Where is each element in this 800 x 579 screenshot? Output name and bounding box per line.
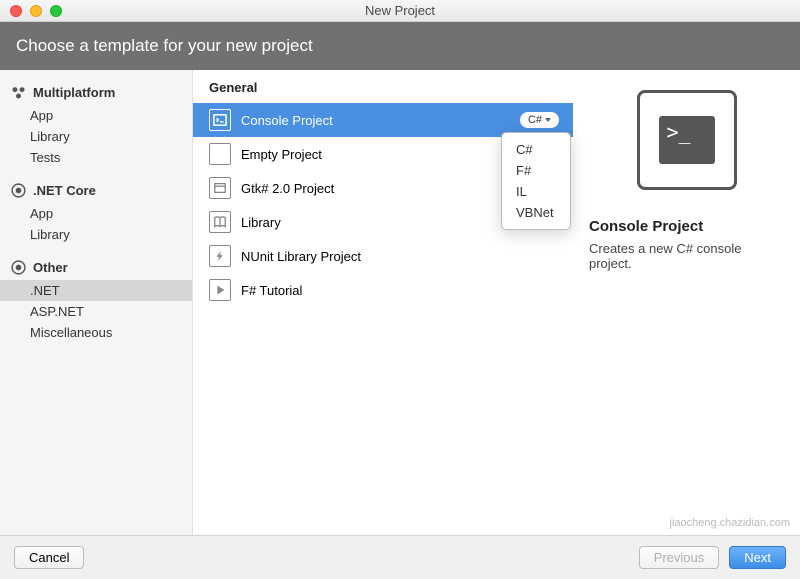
titlebar: New Project (0, 0, 800, 22)
console-icon (209, 109, 231, 131)
target-icon (10, 259, 27, 276)
dropdown-option[interactable]: VBNet (502, 202, 570, 223)
template-label: Console Project (241, 113, 333, 128)
play-icon (209, 279, 231, 301)
sidebar-category-multiplatform[interactable]: Multiplatform (0, 80, 192, 105)
sidebar-category-label: Other (33, 260, 68, 275)
book-icon (209, 211, 231, 233)
window-controls (0, 5, 62, 17)
next-button[interactable]: Next (729, 546, 786, 569)
target-icon (10, 182, 27, 199)
window-title: New Project (0, 3, 800, 18)
cancel-button[interactable]: Cancel (14, 546, 84, 569)
sidebar-item-net[interactable]: .NET (0, 280, 192, 301)
multiplatform-icon (10, 84, 27, 101)
sidebar: Multiplatform App Library Tests .NET Cor… (0, 70, 193, 560)
detail-title: Console Project (589, 218, 784, 235)
minimize-window-button[interactable] (30, 5, 42, 17)
language-value: C# (528, 114, 542, 126)
template-preview-icon: >_ (637, 90, 737, 190)
previous-button[interactable]: Previous (639, 546, 720, 569)
sidebar-item-tests[interactable]: Tests (0, 147, 192, 168)
template-label: Gtk# 2.0 Project (241, 181, 334, 196)
template-section-header: General (193, 80, 573, 103)
template-label: NUnit Library Project (241, 249, 361, 264)
template-label: F# Tutorial (241, 283, 302, 298)
sidebar-item-app[interactable]: App (0, 105, 192, 126)
terminal-icon: >_ (659, 116, 715, 164)
sidebar-item-library[interactable]: Library (0, 224, 192, 245)
sidebar-category-other[interactable]: Other (0, 255, 192, 280)
sidebar-category-netcore[interactable]: .NET Core (0, 178, 192, 203)
detail-pane: >_ Console Project Creates a new C# cons… (573, 70, 800, 560)
sidebar-item-miscellaneous[interactable]: Miscellaneous (0, 322, 192, 343)
template-label: Library (241, 215, 281, 230)
sidebar-category-label: .NET Core (33, 183, 96, 198)
language-selector[interactable]: C# (520, 112, 559, 128)
language-dropdown[interactable]: C# F# IL VBNet (501, 132, 571, 230)
sidebar-category-label: Multiplatform (33, 85, 115, 100)
dropdown-option[interactable]: F# (502, 160, 570, 181)
dropdown-option[interactable]: C# (502, 139, 570, 160)
wizard-heading: Choose a template for your new project (0, 22, 800, 70)
sidebar-item-aspnet[interactable]: ASP.NET (0, 301, 192, 322)
template-label: Empty Project (241, 147, 322, 162)
template-list: General Console Project C# Empty Project… (193, 70, 573, 560)
detail-description: Creates a new C# console project. (589, 241, 784, 271)
empty-icon (209, 143, 231, 165)
footer: Cancel Previous Next (0, 535, 800, 579)
dropdown-option[interactable]: IL (502, 181, 570, 202)
content: Multiplatform App Library Tests .NET Cor… (0, 70, 800, 560)
window-icon (209, 177, 231, 199)
close-window-button[interactable] (10, 5, 22, 17)
template-nunit-library[interactable]: NUnit Library Project (193, 239, 573, 273)
sidebar-item-library[interactable]: Library (0, 126, 192, 147)
sidebar-item-app[interactable]: App (0, 203, 192, 224)
template-fsharp-tutorial[interactable]: F# Tutorial (193, 273, 573, 307)
zoom-window-button[interactable] (50, 5, 62, 17)
bolt-icon (209, 245, 231, 267)
